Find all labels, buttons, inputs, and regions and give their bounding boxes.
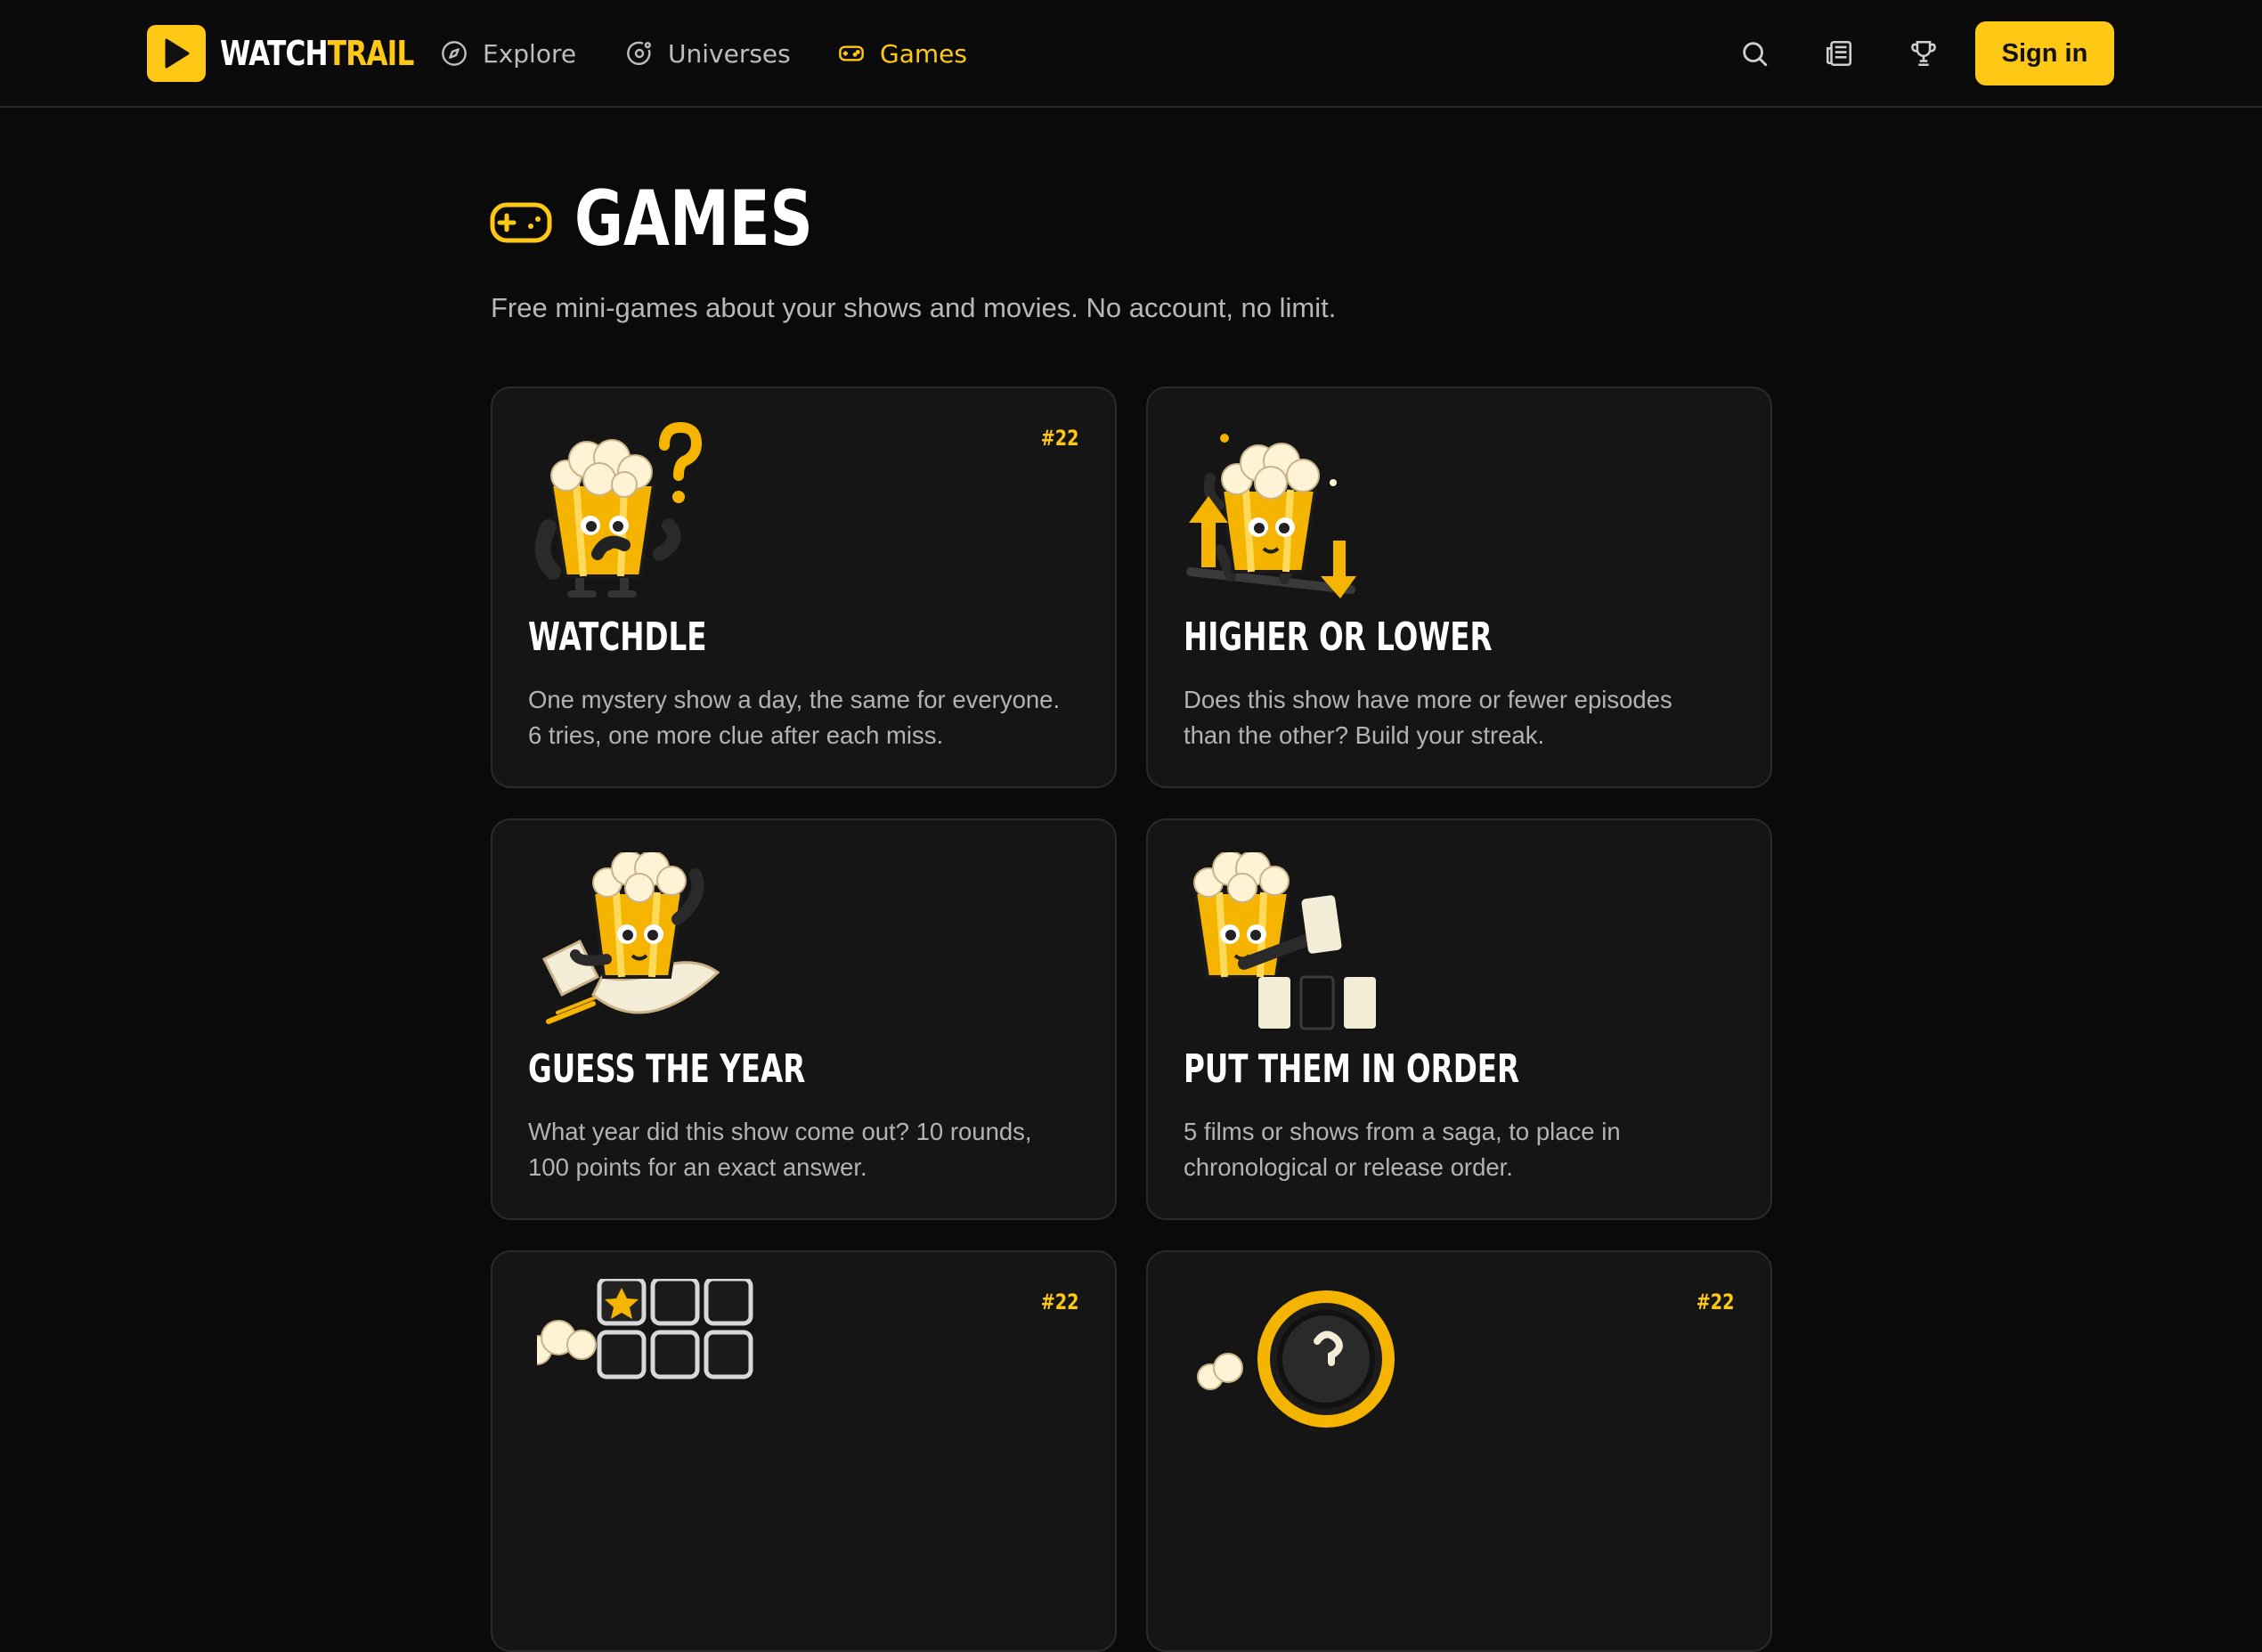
- popcorn-cards-mascot-icon: [1192, 852, 1376, 1030]
- popcorn-arrows-mascot-icon: [1186, 434, 1356, 598]
- description-line: 100 points for an exact answer.: [528, 1153, 867, 1181]
- logo-wordmark: WATCHTRAIL: [220, 34, 415, 73]
- logo-word-watch: WATCH: [220, 34, 329, 73]
- description-line: One mystery show a day, the same for eve…: [528, 686, 1061, 713]
- game-card-title: PUT THEM IN ORDER: [1184, 1046, 1520, 1092]
- description-line: 5 films or shows from a saga, to place i…: [1184, 1118, 1621, 1145]
- gamepad-icon: [490, 202, 552, 243]
- search-button[interactable]: [1737, 36, 1772, 71]
- popcorn-calendar-mascot-icon: [541, 852, 720, 1024]
- news-button[interactable]: [1821, 36, 1857, 71]
- description-line: chronological or release order.: [1184, 1153, 1513, 1181]
- nav-universes-label: Universes: [668, 38, 791, 69]
- play-logo-icon: [147, 25, 206, 82]
- game-card-description: What year did this show come out? 10 rou…: [528, 1114, 1098, 1185]
- description-line: Does this show have more or fewer episod…: [1184, 686, 1672, 713]
- game-card-grid-puzzle[interactable]: #22: [491, 1250, 1117, 1652]
- watchtrail-logo[interactable]: WATCHTRAIL: [147, 25, 456, 82]
- game-number-badge: #22: [1696, 1290, 1735, 1314]
- description-line: than the other? Build your streak.: [1184, 721, 1545, 749]
- newspaper-icon: [1826, 40, 1852, 67]
- top-navigation-bar: WATCHTRAIL Explore Universes Games Sign …: [0, 0, 2262, 108]
- description-line: What year did this show come out? 10 rou…: [528, 1118, 1032, 1145]
- popcorn-grid-mascot-icon: [537, 1279, 753, 1379]
- game-card-guess-the-year[interactable]: GUESS THE YEAR What year did this show c…: [491, 818, 1117, 1220]
- game-card-description: Does this show have more or fewer episod…: [1184, 682, 1753, 753]
- game-card-title: WATCHDLE: [528, 614, 707, 660]
- gamepad-icon: [839, 45, 864, 61]
- game-card-mystery[interactable]: #22: [1146, 1250, 1772, 1652]
- game-card-description: 5 films or shows from a saga, to place i…: [1184, 1114, 1753, 1185]
- orbit-icon: [627, 41, 651, 66]
- nav-universes[interactable]: Universes: [625, 36, 791, 71]
- page-subtitle: Free mini-games about your shows and mov…: [491, 292, 1337, 323]
- nav-games[interactable]: Games: [837, 36, 967, 71]
- game-number-badge: #22: [1041, 426, 1079, 451]
- game-card-watchdle[interactable]: #22 WATCHDLE One mystery show a day, the…: [491, 387, 1117, 788]
- popcorn-magnifier-mascot-icon: [1197, 1290, 1395, 1428]
- nav-games-label: Games: [880, 38, 967, 69]
- nav-explore[interactable]: Explore: [440, 36, 576, 71]
- game-number-badge: #22: [1041, 1290, 1079, 1314]
- description-line: 6 tries, one more clue after each miss.: [528, 721, 944, 749]
- game-card-put-them-in-order[interactable]: PUT THEM IN ORDER 5 films or shows from …: [1146, 818, 1772, 1220]
- sign-in-button[interactable]: Sign in: [1975, 21, 2114, 85]
- game-card-title: GUESS THE YEAR: [528, 1046, 806, 1092]
- search-icon: [1743, 42, 1768, 67]
- compass-icon: [442, 41, 467, 66]
- logo-word-trail: TRAIL: [327, 34, 415, 73]
- page-title: GAMES: [574, 175, 813, 264]
- game-card-higher-or-lower[interactable]: HIGHER OR LOWER Does this show have more…: [1146, 387, 1772, 788]
- trophy-icon: [1911, 40, 1936, 67]
- game-card-description: One mystery show a day, the same for eve…: [528, 682, 1098, 753]
- trophy-button[interactable]: [1906, 36, 1941, 71]
- nav-explore-label: Explore: [483, 38, 577, 69]
- popcorn-question-mascot-icon: [534, 421, 703, 598]
- game-card-title: HIGHER OR LOWER: [1184, 614, 1493, 660]
